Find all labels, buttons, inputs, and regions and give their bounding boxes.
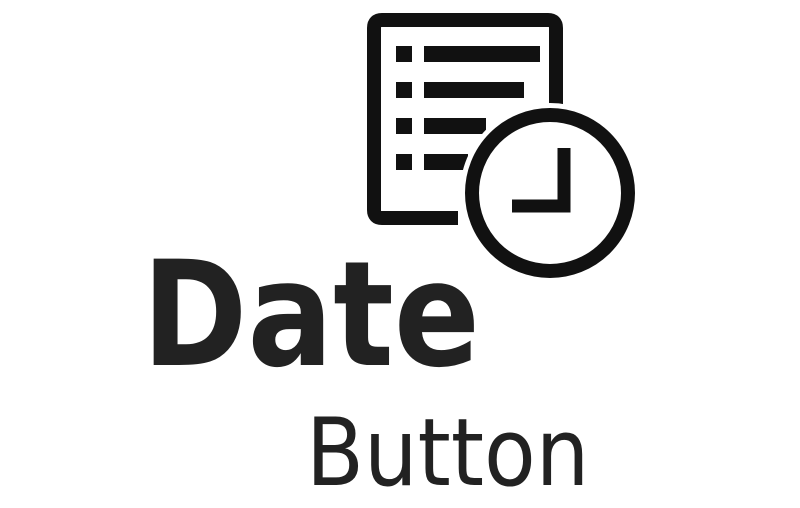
list-bullet (396, 46, 412, 62)
list-line (424, 118, 486, 134)
list-line (424, 154, 468, 170)
list-bullet (396, 82, 412, 98)
list-bullet (396, 118, 412, 134)
label-secondary: Button (306, 399, 590, 508)
list-line (424, 82, 524, 98)
date-button-graphic[interactable]: Date Button (0, 0, 800, 504)
label-primary: Date (142, 230, 481, 400)
clock-face (465, 108, 635, 278)
list-line (424, 46, 540, 62)
list-bullet (396, 154, 412, 170)
